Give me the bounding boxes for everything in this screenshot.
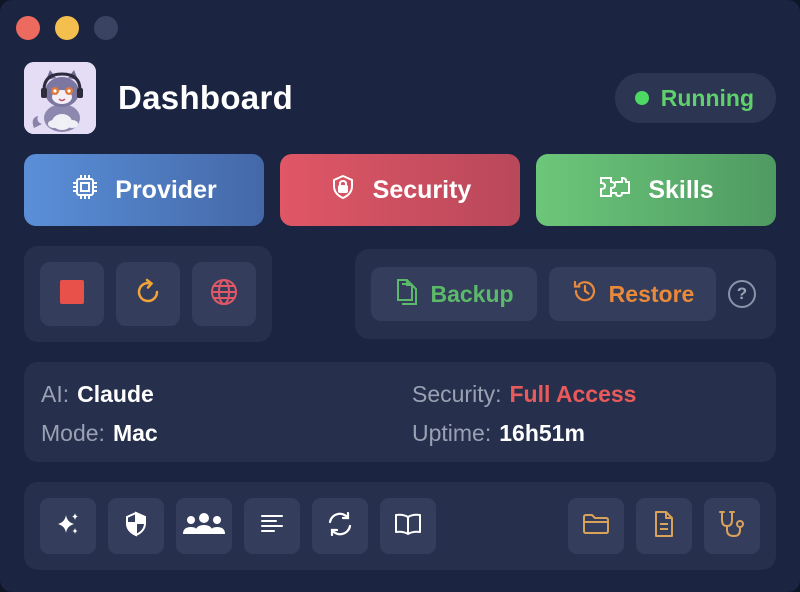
control-panel: [24, 246, 272, 342]
app-window: Dashboard Running Provider Security Skil…: [0, 0, 800, 592]
stethoscope-button[interactable]: [704, 498, 760, 554]
security-button[interactable]: Security: [280, 154, 520, 226]
close-window-button[interactable]: [16, 16, 40, 40]
uptime-label: Uptime:: [412, 420, 492, 446]
history-icon: [571, 277, 599, 311]
lines-icon: [260, 513, 284, 540]
book-button[interactable]: [380, 498, 436, 554]
stop-icon: [60, 279, 84, 309]
folder-button[interactable]: [568, 498, 624, 554]
stethoscope-icon: [717, 509, 747, 544]
provider-label: Provider: [115, 175, 217, 204]
web-button[interactable]: [192, 262, 256, 326]
status-dot-icon: [634, 91, 649, 105]
backup-label: Backup: [430, 280, 514, 307]
lines-button[interactable]: [244, 498, 300, 554]
uptime-row: Uptime: 16h51m: [412, 420, 585, 447]
security-value: Full Access: [509, 381, 637, 407]
skills-button[interactable]: Skills: [536, 154, 776, 226]
zoom-window-button[interactable]: [94, 16, 118, 40]
sync-icon: [326, 510, 354, 543]
ai-row: AI: Claude: [41, 381, 154, 408]
chip-icon: [71, 173, 99, 208]
mode-label: Mode:: [41, 420, 105, 446]
book-icon: [394, 512, 422, 541]
document-icon: [653, 510, 675, 543]
security-row: Security: Full Access: [412, 381, 636, 408]
ai-value: Claude: [77, 381, 154, 407]
puzzle-icon: [598, 173, 632, 208]
page-title: Dashboard: [118, 79, 294, 116]
window-controls: [16, 16, 118, 40]
mode-row: Mode: Mac: [41, 420, 158, 447]
restore-label: Restore: [608, 280, 695, 307]
ai-label: AI:: [41, 381, 70, 407]
main-nav: Provider Security Skills: [24, 154, 776, 226]
sync-button[interactable]: [312, 498, 368, 554]
cat-avatar-icon: [24, 62, 96, 134]
shield-icon: [124, 510, 148, 542]
security-label: Security: [372, 175, 472, 204]
mode-value: Mac: [112, 420, 158, 446]
minimize-window-button[interactable]: [55, 16, 79, 40]
security-info-label: Security:: [412, 381, 502, 407]
uptime-value: 16h51m: [499, 420, 585, 446]
shield-lock-icon: [329, 173, 357, 208]
status-badge: Running: [614, 73, 776, 123]
document-button[interactable]: [636, 498, 692, 554]
restart-icon: [133, 277, 163, 312]
folder-icon: [582, 512, 610, 541]
backup-button[interactable]: Backup: [371, 267, 537, 321]
status-label: Running: [660, 84, 754, 111]
restart-button[interactable]: [116, 262, 180, 326]
copy-document-icon: [394, 276, 420, 312]
stop-button[interactable]: [40, 262, 104, 326]
skills-label: Skills: [648, 175, 714, 204]
info-panel: AI: Claude Mode: Mac Security: Full Access …: [24, 362, 776, 462]
help-button[interactable]: ?: [728, 280, 756, 308]
provider-button[interactable]: Provider: [24, 154, 264, 226]
restore-button[interactable]: Restore: [549, 267, 716, 321]
tools-panel: [24, 482, 776, 570]
header: Dashboard Running: [24, 62, 776, 134]
sparkles-icon: [55, 511, 81, 542]
users-icon: [182, 512, 226, 541]
shield-button[interactable]: [108, 498, 164, 554]
globe-icon: [209, 277, 239, 312]
sparkles-button[interactable]: [40, 498, 96, 554]
backup-panel: Backup Restore ?: [355, 249, 776, 339]
users-button[interactable]: [176, 498, 232, 554]
